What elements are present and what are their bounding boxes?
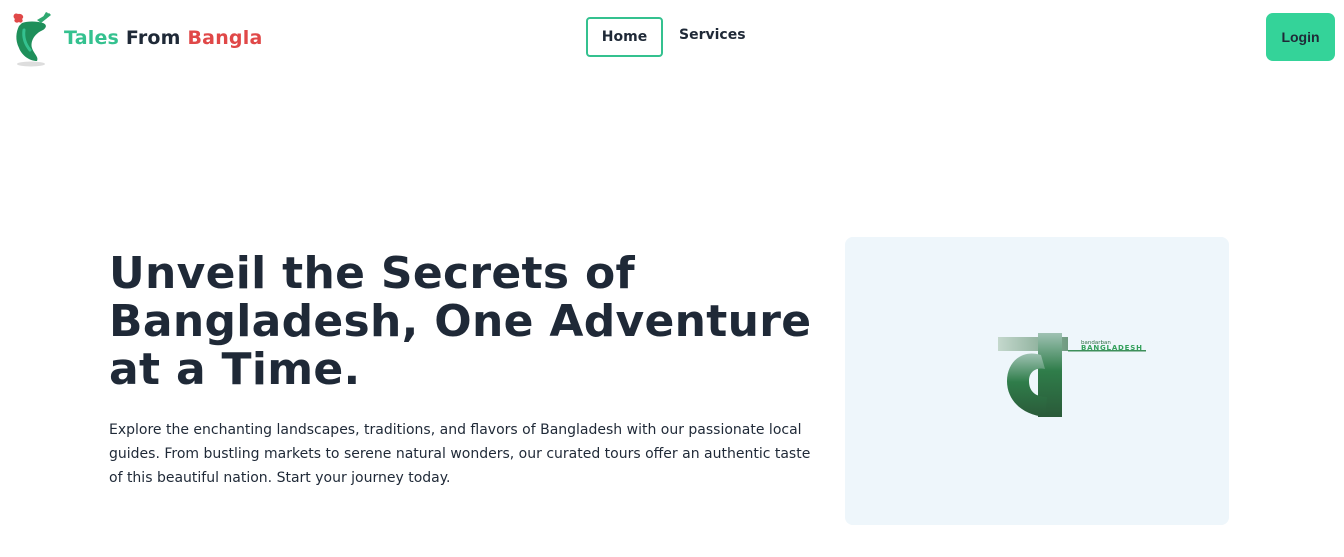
hero-image: bandarban BANGLADESH: [845, 237, 1229, 525]
brand-word-tales: Tales: [64, 27, 120, 49]
brand-name: Tales From Bangla: [64, 27, 262, 49]
brand-word-bangla: Bangla: [187, 27, 263, 49]
hero-title: Unveil the Secrets of Bangladesh, One Ad…: [109, 248, 812, 395]
top-navbar: Tales From Bangla Home Services Login: [0, 0, 1344, 80]
image-caption-large: BANGLADESH: [1081, 344, 1143, 352]
brand-word-from: From: [125, 27, 181, 49]
main-nav: Home Services: [586, 17, 746, 57]
brand[interactable]: Tales From Bangla: [10, 8, 262, 68]
nav-item-services[interactable]: Services: [679, 27, 746, 43]
hero-description: Explore the enchanting landscapes, tradi…: [109, 422, 811, 486]
bandarban-bangladesh-logo-image: bandarban BANGLADESH: [845, 237, 1229, 525]
login-button[interactable]: Login: [1266, 13, 1335, 61]
nav-item-home[interactable]: Home: [586, 17, 663, 57]
bangladesh-map-logo-icon: [13, 12, 51, 67]
